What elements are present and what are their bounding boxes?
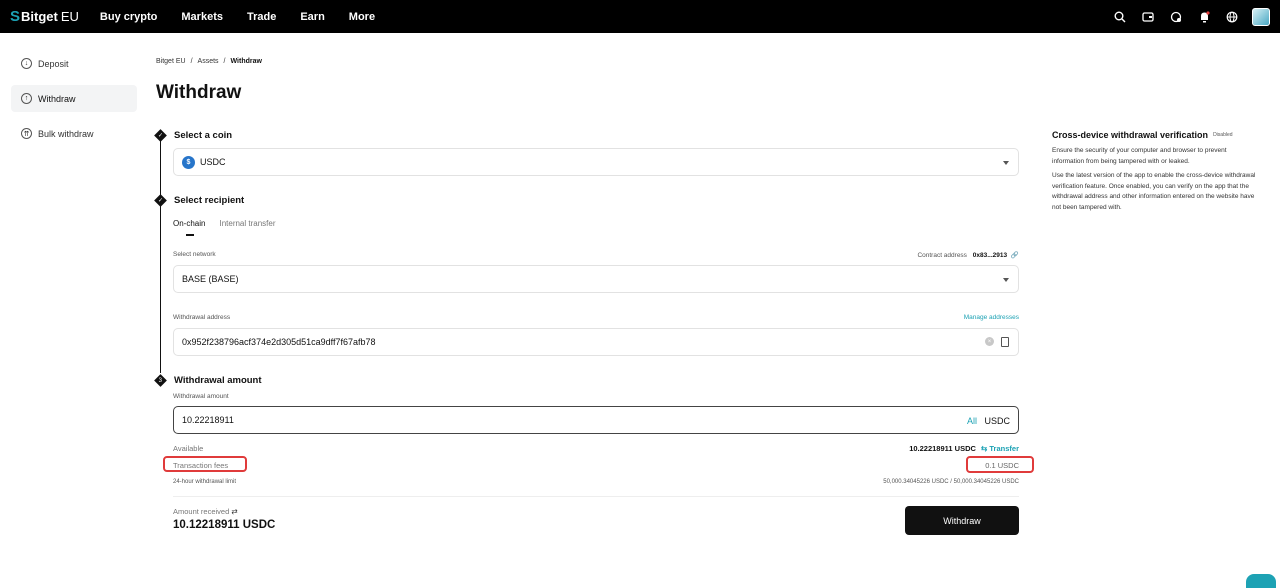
amount-received-value: 10.12218911 USDC xyxy=(173,519,275,531)
breadcrumb-bitget-eu[interactable]: Bitget EU xyxy=(156,58,186,65)
withdrawal-amount-input[interactable]: 10.22218911 All USDC xyxy=(173,406,1019,434)
nav-markets[interactable]: Markets xyxy=(181,11,223,23)
all-button[interactable]: All xyxy=(967,416,977,426)
active-tab-indicator xyxy=(186,234,194,236)
coin-select-value: USDC xyxy=(200,157,226,167)
swap-icon[interactable]: ⇄ xyxy=(231,507,237,516)
bitget-logo-icon: S xyxy=(10,8,20,25)
transfer-label: Transfer xyxy=(989,444,1019,453)
step-connector-line xyxy=(160,139,161,373)
address-input-value: 0x952f238796acf374e2d305d51ca9dff7f67afb… xyxy=(182,337,376,347)
address-book-icon[interactable] xyxy=(1001,337,1009,347)
link-icon[interactable]: 🔗 xyxy=(1011,252,1019,259)
available-label: Available xyxy=(173,444,203,453)
wallet-icon[interactable] xyxy=(1134,11,1162,22)
step-label: Withdrawal amount xyxy=(174,375,262,386)
amount-input-value: 10.22218911 xyxy=(182,415,234,425)
top-navigation-bar: S Bitget EU Buy crypto Markets Trade Ear… xyxy=(0,0,1280,33)
available-row: 10.22218911 USDC ⇆ Transfer xyxy=(909,444,1019,453)
sidebar: ↓ Deposit ↑ Withdraw ⇈ Bulk withdraw xyxy=(11,50,137,155)
page-title: Withdraw xyxy=(156,82,1026,104)
highlight-fees-value xyxy=(966,456,1034,473)
withdrawal-address-input[interactable]: 0x952f238796acf374e2d305d51ca9dff7f67afb… xyxy=(173,328,1019,356)
step-withdrawal-amount: 3 Withdrawal amount xyxy=(156,375,262,386)
search-icon[interactable] xyxy=(1106,11,1134,23)
clear-icon[interactable]: × xyxy=(985,337,994,346)
contract-address-row: Contract address 0x83...2913 🔗 xyxy=(917,251,1019,259)
header-icons xyxy=(1106,0,1270,33)
dropdown-caret-icon xyxy=(1003,278,1009,282)
sidebar-item-withdraw[interactable]: ↑ Withdraw xyxy=(11,85,137,112)
tab-on-chain[interactable]: On-chain xyxy=(173,219,205,228)
network-select[interactable]: BASE (BASE) xyxy=(173,265,1019,293)
verification-panel: Cross-device withdrawal verification Dis… xyxy=(1052,130,1257,213)
sidebar-item-label: Withdraw xyxy=(38,94,76,104)
step-select-recipient: ✓ Select recipient xyxy=(156,195,244,206)
nav-buy-crypto[interactable]: Buy crypto xyxy=(100,11,157,23)
notification-bell-icon[interactable] xyxy=(1190,11,1218,23)
amount-field-label: Withdrawal amount xyxy=(173,393,229,400)
withdrawal-limit-value: 50,000.34045226 USDC / 50,000.34045226 U… xyxy=(883,479,1019,485)
breadcrumb-current: Withdraw xyxy=(231,58,262,65)
sidebar-item-deposit[interactable]: ↓ Deposit xyxy=(11,50,137,77)
nav-trade[interactable]: Trade xyxy=(247,11,276,23)
verification-title-row: Cross-device withdrawal verification Dis… xyxy=(1052,130,1257,140)
step-check-icon: ✓ xyxy=(154,194,167,207)
dropdown-caret-icon xyxy=(1003,161,1009,165)
nav-earn[interactable]: Earn xyxy=(300,11,324,23)
bitget-logo[interactable]: S Bitget EU xyxy=(10,8,79,25)
withdraw-button[interactable]: Withdraw xyxy=(905,506,1019,535)
orders-icon[interactable] xyxy=(1162,11,1190,23)
sidebar-item-bulk-withdraw[interactable]: ⇈ Bulk withdraw xyxy=(11,120,137,147)
step-select-coin: ✓ Select a coin xyxy=(156,130,232,141)
breadcrumb-assets[interactable]: Assets xyxy=(198,58,219,65)
available-value: 10.22218911 USDC xyxy=(909,444,976,453)
amount-received-row: Amount received ⇄ xyxy=(173,507,238,516)
manage-addresses-link[interactable]: Manage addresses xyxy=(964,314,1019,321)
contract-address-label: Contract address xyxy=(917,252,967,259)
status-badge: Disabled xyxy=(1213,132,1232,138)
bulk-withdraw-icon: ⇈ xyxy=(21,128,32,139)
recipient-tabs: On-chain Internal transfer xyxy=(173,219,290,228)
nav-more[interactable]: More xyxy=(349,11,375,23)
highlight-fees-label xyxy=(163,456,247,472)
step-number-icon: 3 xyxy=(154,374,167,387)
transfer-link[interactable]: ⇆ Transfer xyxy=(981,444,1019,453)
main-content: Bitget EU/Assets/Withdraw Withdraw ✓ Sel… xyxy=(156,58,1026,104)
verification-detail: Use the latest version of the app to ena… xyxy=(1052,171,1257,213)
withdraw-icon: ↑ xyxy=(21,93,32,104)
amount-unit: USDC xyxy=(984,416,1010,426)
logo-text: Bitget xyxy=(21,9,58,24)
transfer-icon: ⇆ xyxy=(981,444,987,453)
user-avatar[interactable] xyxy=(1252,8,1270,26)
breadcrumb: Bitget EU/Assets/Withdraw xyxy=(156,58,1026,65)
address-label: Withdrawal address xyxy=(173,314,230,321)
deposit-icon: ↓ xyxy=(21,58,32,69)
step-label: Select recipient xyxy=(174,195,244,206)
contract-address-value[interactable]: 0x83...2913 xyxy=(973,252,1007,259)
network-label: Select network xyxy=(173,251,216,258)
divider xyxy=(173,496,1019,497)
main-nav: Buy crypto Markets Trade Earn More xyxy=(100,11,399,23)
sidebar-item-label: Deposit xyxy=(38,59,69,69)
coin-select[interactable]: $ USDC xyxy=(173,148,1019,176)
withdrawal-limit-label: 24-hour withdrawal limit xyxy=(173,479,236,485)
step-label: Select a coin xyxy=(174,130,232,141)
step-check-icon: ✓ xyxy=(154,129,167,142)
support-chat-button[interactable] xyxy=(1246,574,1276,588)
verification-title: Cross-device withdrawal verification xyxy=(1052,130,1208,140)
amount-received-label: Amount received xyxy=(173,507,229,516)
globe-icon[interactable] xyxy=(1218,11,1246,23)
logo-suffix: EU xyxy=(61,9,79,24)
sidebar-item-label: Bulk withdraw xyxy=(38,129,94,139)
usdc-icon: $ xyxy=(182,156,195,169)
verification-description: Ensure the security of your computer and… xyxy=(1052,146,1257,167)
tab-internal-transfer[interactable]: Internal transfer xyxy=(219,219,275,228)
network-select-value: BASE (BASE) xyxy=(182,274,239,284)
